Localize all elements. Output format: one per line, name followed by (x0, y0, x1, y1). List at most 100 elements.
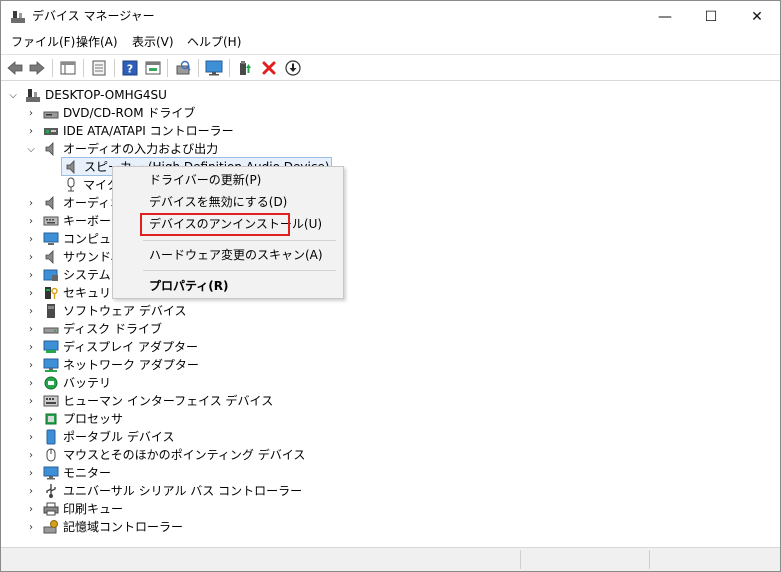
device-manager-window: デバイス マネージャー — ☐ ✕ ファイル(F) 操作(A) 表示(V) ヘル… (0, 0, 781, 572)
tree-item-label: 記憶域コントローラー (63, 520, 184, 534)
chevron-right-icon[interactable]: › (25, 338, 37, 356)
tree-item-label: モニター (63, 466, 112, 480)
menu-bar: ファイル(F) 操作(A) 表示(V) ヘルプ(H) (1, 32, 780, 53)
menu-view[interactable]: 表示(V) (132, 35, 174, 50)
context-menu: ドライバーの更新(P) デバイスを無効にする(D) デバイスのアンインストール(… (112, 166, 344, 299)
chevron-down-icon[interactable]: ⌵ (25, 140, 37, 158)
title-bar: デバイス マネージャー — ☐ ✕ (1, 1, 780, 32)
network-adapter-icon (43, 358, 59, 372)
back-icon[interactable] (6, 59, 24, 77)
show-hide-tree-icon[interactable] (59, 59, 77, 77)
tree-item-processor[interactable]: › プロセッサ (25, 410, 123, 428)
uninstall-highlight-box (140, 213, 290, 236)
keyboard-icon (43, 216, 59, 226)
window-title: デバイス マネージャー (32, 9, 155, 23)
menu-update-driver[interactable]: ドライバーの更新(P) (113, 169, 343, 191)
monitor-icon[interactable] (205, 59, 223, 77)
tree-item-label: オーディオの入力および出力 (63, 142, 219, 156)
tree-item-software[interactable]: › ソフトウェア デバイス (25, 302, 186, 320)
tree-item-mic[interactable]: マイク (61, 176, 119, 194)
tree-item-label: 印刷キュー (63, 502, 124, 516)
svg-text:?: ? (127, 63, 133, 76)
tree-item-monitor[interactable]: › モニター (25, 464, 111, 482)
chevron-right-icon[interactable]: › (25, 446, 37, 464)
chevron-right-icon[interactable]: › (25, 248, 37, 266)
chevron-right-icon[interactable]: › (25, 104, 37, 122)
chevron-right-icon[interactable]: › (25, 374, 37, 392)
menu-help[interactable]: ヘルプ(H) (187, 35, 241, 50)
tree-item-keyboard[interactable]: › キーボード (25, 212, 123, 230)
tree-item-disk[interactable]: › ディスク ドライブ (25, 320, 162, 338)
speaker-icon (45, 196, 54, 210)
menu-disable-device[interactable]: デバイスを無効にする(D) (113, 191, 343, 213)
system-device-icon (43, 269, 58, 281)
status-bar (1, 547, 780, 571)
chevron-right-icon[interactable]: › (25, 410, 37, 428)
close-button[interactable]: ✕ (734, 1, 780, 32)
tree-item-label: IDE ATA/ATAPI コントローラー (63, 124, 234, 138)
menu-scan-hardware[interactable]: ハードウェア変更のスキャン(A) (113, 244, 343, 266)
download-icon[interactable] (284, 59, 302, 77)
maximize-button[interactable]: ☐ (688, 1, 734, 32)
speaker-icon (45, 250, 54, 264)
chevron-right-icon[interactable]: › (25, 392, 37, 410)
chevron-right-icon[interactable]: › (25, 212, 37, 230)
menu-file[interactable]: ファイル(F) (11, 35, 75, 50)
chevron-right-icon[interactable]: › (25, 302, 37, 320)
chevron-right-icon[interactable]: › (25, 230, 37, 248)
tree-item-audio-io[interactable]: ⌵ オーディオの入力および出力 (25, 140, 218, 158)
forward-icon[interactable] (28, 59, 46, 77)
tree-item-sound[interactable]: › サウンド、 (25, 248, 123, 266)
chevron-right-icon[interactable]: › (25, 464, 37, 482)
monitor-icon (43, 466, 59, 480)
chevron-right-icon[interactable]: › (25, 266, 37, 284)
uninstall-icon[interactable] (260, 59, 278, 77)
properties-icon[interactable] (90, 59, 108, 77)
tree-item-battery[interactable]: › バッテリ (25, 374, 111, 392)
tree-item-network[interactable]: › ネットワーク アダプター (25, 356, 199, 374)
minimize-button[interactable]: — (642, 1, 688, 32)
device-tree: ⌵ DESKTOP-OMHG4SU › DVD/CD-ROM ドライブ › ID… (1, 82, 780, 547)
dvd-drive-icon (43, 111, 59, 119)
tree-item-label: ディスク ドライブ (63, 322, 162, 336)
chevron-down-icon[interactable]: ⌵ (7, 86, 19, 104)
battery-icon (44, 376, 58, 390)
tree-item-printer[interactable]: › 印刷キュー (25, 500, 123, 518)
chevron-right-icon[interactable]: › (25, 356, 37, 374)
display-adapter-icon (43, 340, 59, 353)
speaker-icon (66, 159, 75, 174)
chevron-right-icon[interactable]: › (25, 194, 37, 212)
hid-icon (43, 395, 59, 407)
tree-item-ide[interactable]: › IDE ATA/ATAPI コントローラー (25, 122, 234, 140)
chevron-right-icon[interactable]: › (25, 122, 37, 140)
tree-item-portable[interactable]: › ポータブル デバイス (25, 428, 174, 446)
computer-icon (43, 232, 59, 245)
speaker-icon (45, 142, 54, 156)
processor-icon (45, 413, 57, 425)
tree-item-label: プロセッサ (63, 412, 124, 426)
tree-root[interactable]: ⌵ DESKTOP-OMHG4SU (7, 86, 167, 104)
update-driver-icon[interactable] (236, 59, 254, 77)
chevron-right-icon[interactable]: › (25, 428, 37, 446)
tree-item-hid[interactable]: › ヒューマン インターフェイス デバイス (25, 392, 273, 410)
chevron-right-icon[interactable]: › (25, 320, 37, 338)
tree-item-audio[interactable]: › オーディオ (25, 194, 122, 212)
menu-properties[interactable]: プロパティ(R) (113, 275, 343, 297)
tree-item-label: バッテリ (63, 376, 112, 390)
view-icon[interactable] (144, 59, 162, 77)
chevron-right-icon[interactable]: › (25, 284, 37, 302)
tree-item-storage[interactable]: › 記憶域コントローラー (25, 518, 183, 536)
tree-item-label: DVD/CD-ROM ドライブ (63, 106, 196, 120)
tree-item-display[interactable]: › ディスプレイ アダプター (25, 338, 198, 356)
tree-item-usb[interactable]: › ユニバーサル シリアル バス コントローラー (25, 482, 302, 500)
menu-action[interactable]: 操作(A) (76, 35, 118, 50)
tree-item-label: ソフトウェア デバイス (63, 304, 187, 318)
chevron-right-icon[interactable]: › (25, 482, 37, 500)
scan-hardware-icon[interactable] (174, 59, 192, 77)
tree-item-dvd[interactable]: › DVD/CD-ROM ドライブ (25, 104, 195, 122)
chevron-right-icon[interactable]: › (25, 500, 37, 518)
tree-item-mouse[interactable]: › マウスとそのほかのポインティング デバイス (25, 446, 305, 464)
chevron-right-icon[interactable]: › (25, 518, 37, 536)
help-icon[interactable]: ? (121, 59, 139, 77)
toolbar: ? (1, 54, 780, 81)
